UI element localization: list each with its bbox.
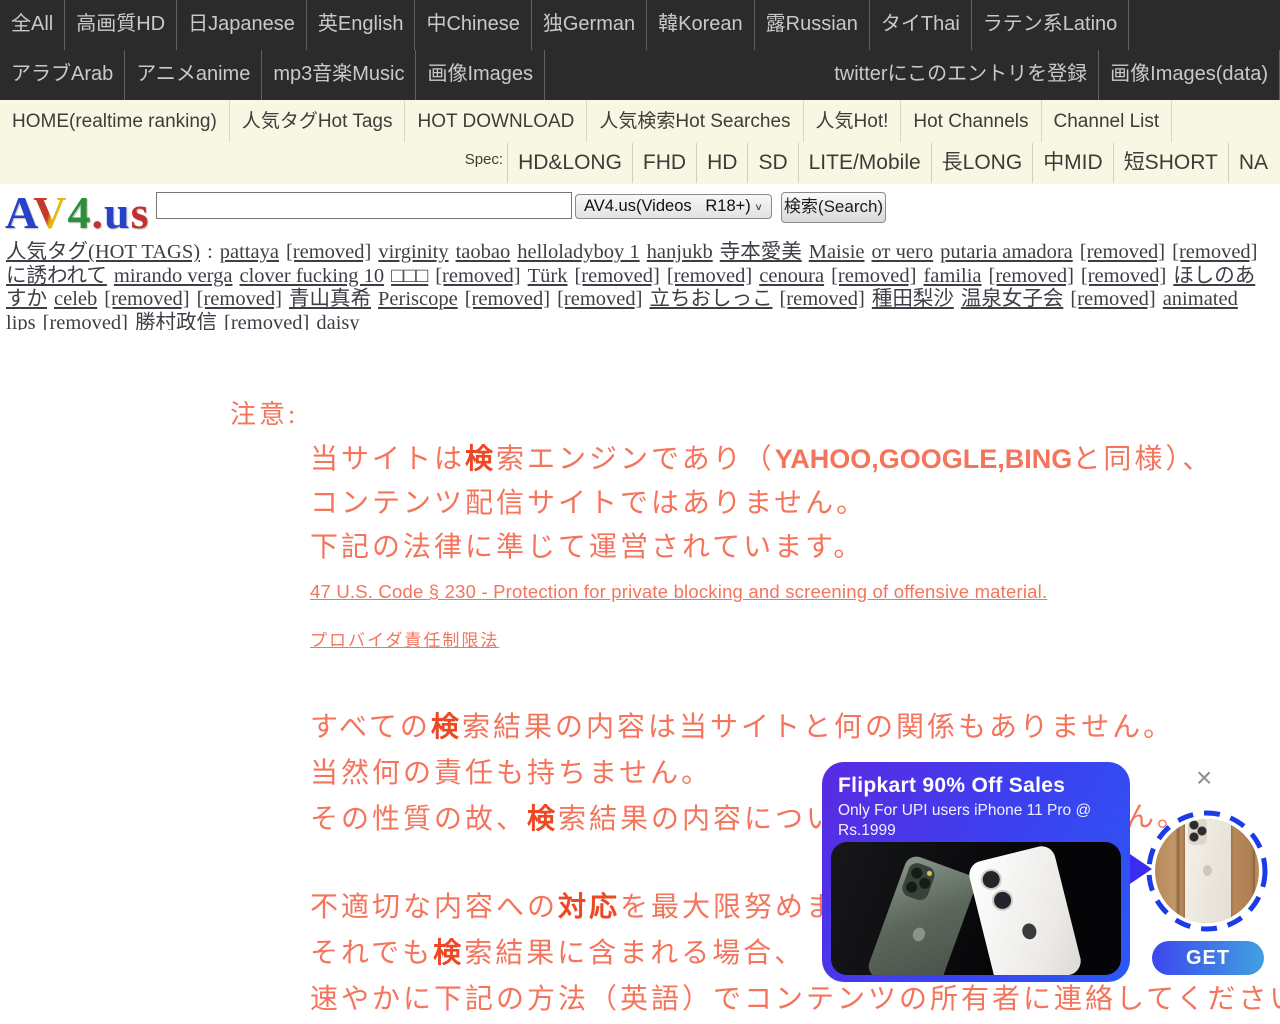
iphone-photo-circle xyxy=(1155,819,1259,923)
provider-law-link[interactable]: プロバイダ責任制限法 xyxy=(310,626,499,651)
camera-module-icon xyxy=(1188,819,1207,845)
apple-logo-icon xyxy=(1020,921,1039,941)
disclaimer-line: 速やかに下記の方法（英語）でコンテンツの所有者に連絡してください xyxy=(310,984,1280,1015)
disclaimer-line: 当サイトは検索エンジンであり（YAHOO,GOOGLE,BINGと同様）、 xyxy=(310,444,1214,475)
disclaimer-line: その性質の故、検索結果の内容につい xyxy=(310,804,838,835)
ad-product-image[interactable] xyxy=(831,842,1121,975)
close-icon[interactable]: × xyxy=(1196,764,1212,792)
disclaimer-line: コンテンツ配信サイトではありません。 xyxy=(310,488,868,519)
ad-popup[interactable]: Flipkart 90% Off Sales Only For UPI user… xyxy=(822,762,1130,982)
camera-module-icon xyxy=(899,860,938,903)
apple-logo-icon xyxy=(910,925,927,944)
ad-circle-badge[interactable] xyxy=(1145,809,1269,933)
disclaimer-line: 不適切な内容への対応を最大限努めま xyxy=(310,892,838,923)
iphone-green-image xyxy=(865,853,979,975)
camera-lens-icon xyxy=(989,887,1016,914)
iphone-back-image xyxy=(1185,819,1231,923)
disclaimer-line: 下記の法律に準じて運営されています。 xyxy=(310,532,865,563)
disclaimer-line: すべての検索結果の内容は当サイトと何の関係もありません。 xyxy=(310,712,1175,743)
iphone-white-image xyxy=(966,843,1084,975)
ad-title: Flipkart 90% Off Sales xyxy=(838,774,1066,797)
apple-logo-icon xyxy=(1203,865,1212,876)
disclaimer-line: それでも検索結果に含まれる場合、 xyxy=(310,938,806,969)
notice-heading: 注意: xyxy=(230,400,299,429)
uscode-link[interactable]: 47 U.S. Code § 230 - Protection for priv… xyxy=(310,581,1047,603)
disclaimer-line: 当然何の責任も持ちません。 xyxy=(310,758,713,789)
ad-subtitle: Only For UPI users iPhone 11 Pro @ Rs.19… xyxy=(838,802,1092,839)
camera-lens-icon xyxy=(978,866,1004,893)
get-button[interactable]: GET xyxy=(1152,941,1264,975)
